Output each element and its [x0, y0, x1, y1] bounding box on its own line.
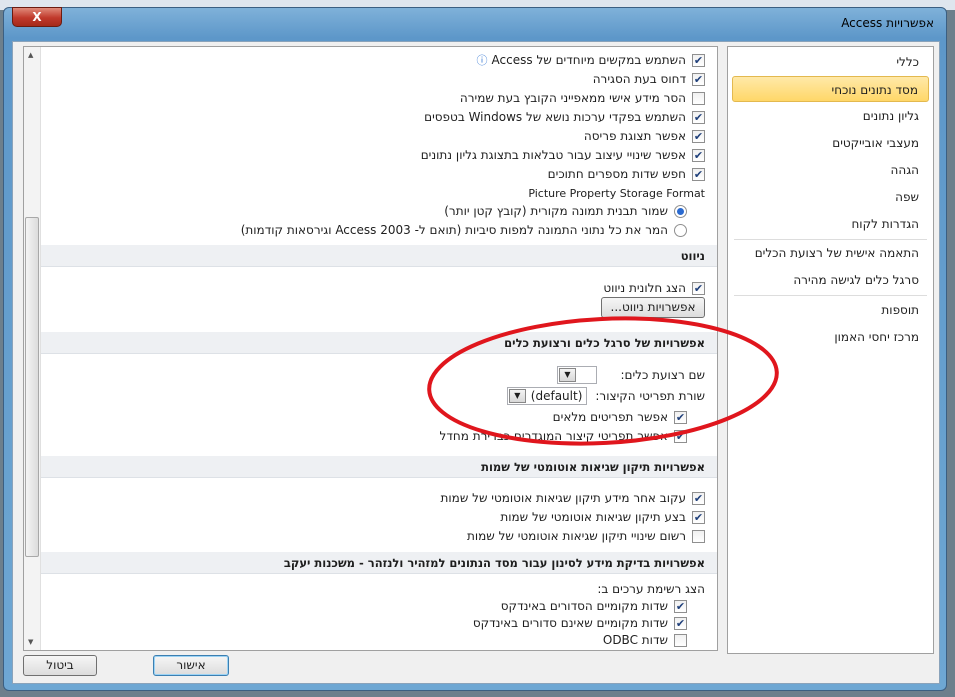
sidebar-divider	[734, 295, 927, 296]
option-track-autocorrect[interactable]: ✔ עקוב אחר מידע תיקון שגיאות אוטומטי של ש…	[441, 489, 705, 507]
chevron-down-icon[interactable]: ▼	[559, 368, 576, 382]
sidebar-item-general[interactable]: כללי	[732, 49, 929, 75]
checkbox[interactable]: ✔	[692, 510, 705, 524]
section-header-ribbon: אפשרויות של סרגל כלים ורצועת כלים	[41, 332, 717, 354]
option-truncated-numbers[interactable]: ✔ חפש שדות מספרים חתוכים	[548, 165, 705, 183]
option-local-nonindexed[interactable]: ✔ שדות מקומיים שאינם סדורים באינדקס	[473, 614, 687, 632]
options-panel: ▲ ▼ ✔ השתמש במקשים מיוחדים של Access ⓘ ✔ דח…	[23, 46, 718, 651]
dialog-title: אפשרויות Access	[841, 16, 934, 30]
option-design-changes[interactable]: ✔ אפשר שינויי עיצוב עבור טבלאות בתצוגת גל…	[421, 146, 705, 164]
checkbox[interactable]	[674, 633, 687, 647]
option-log-autocorrect[interactable]: רשום שינויי תיקון שגיאות אוטומטי של שמות	[467, 527, 705, 545]
checkbox[interactable]: ✔	[692, 491, 705, 505]
scrollbar-thumb[interactable]	[25, 217, 39, 557]
option-perform-autocorrect[interactable]: ✔ בצע תיקון שגיאות אוטומטי של שמות	[500, 508, 705, 526]
checkbox[interactable]	[692, 529, 705, 543]
picture-format-label: Picture Property Storage Format	[528, 186, 705, 200]
radio[interactable]	[674, 204, 687, 218]
option-odbc-fields[interactable]: שדות ODBC	[603, 631, 687, 649]
checkbox[interactable]: ✔	[692, 110, 705, 124]
sidebar-item-datasheet[interactable]: גליון נתונים	[732, 103, 929, 129]
close-button[interactable]: X	[12, 7, 62, 27]
checkbox[interactable]: ✔	[692, 281, 705, 295]
access-options-dialog: אפשרויות Access X ▲ ▼ ✔ השתמש במקשים מיוח…	[3, 7, 947, 691]
ribbon-name-field: שם רצועת כלים: ▼	[557, 366, 705, 384]
scroll-up-icon[interactable]: ▲	[28, 51, 33, 59]
checkbox[interactable]: ✔	[674, 410, 687, 424]
dialog-client: ▲ ▼ ✔ השתמש במקשים מיוחדים של Access ⓘ ✔ דח…	[12, 41, 940, 684]
sidebar-item-language[interactable]: שפה	[732, 184, 929, 210]
checkbox[interactable]: ✔	[692, 72, 705, 86]
checkbox[interactable]: ✔	[692, 53, 705, 67]
checkbox[interactable]: ✔	[674, 616, 687, 630]
sidebar-item-quick-access-toolbar[interactable]: סרגל כלים לגישה מהירה	[732, 267, 929, 293]
section-header-filter: אפשרויות בדיקת מידע לסינון עבור מסד הנתו…	[41, 552, 717, 574]
checkbox[interactable]: ✔	[674, 429, 687, 443]
section-header-autocorrect: אפשרויות תיקון שגיאות אוטומטי של שמות	[41, 456, 717, 478]
checkbox[interactable]: ✔	[692, 148, 705, 162]
sidebar-item-object-designers[interactable]: מעצבי אובייקטים	[732, 130, 929, 156]
ribbon-name-combo[interactable]: ▼	[557, 366, 597, 384]
option-special-keys[interactable]: ✔ השתמש במקשים מיוחדים של Access ⓘ	[477, 51, 705, 69]
sidebar-item-proofing[interactable]: הגהה	[732, 157, 929, 183]
sidebar-item-customize-ribbon[interactable]: התאמה אישית של רצועת הכלים	[732, 240, 929, 266]
radio-preserve-format[interactable]: שמור תבנית תמונה מקורית (קובץ קטן יותר)	[444, 202, 687, 220]
option-windows-themed-controls[interactable]: ✔ השתמש בפקדי ערכות נושא של Windows בטפסי…	[424, 108, 705, 126]
option-show-nav-pane[interactable]: ✔ הצג חלונית ניווט	[603, 279, 705, 297]
option-default-shortcut-menus[interactable]: ✔ אפשר תפריטי קיצור המוגדרים כברירת מחדל	[440, 427, 687, 445]
shortcut-menu-field: שורת תפריטי הקיצור: ▼ (default)	[506, 387, 705, 405]
checkbox[interactable]: ✔	[674, 599, 687, 613]
section-header-navigation: ניווט	[41, 245, 717, 267]
radio[interactable]	[674, 223, 687, 237]
shortcut-menu-combo[interactable]: ▼ (default)	[506, 387, 588, 405]
sidebar-item-current-database[interactable]: מסד נתונים נוכחי	[732, 76, 929, 102]
option-layout-view[interactable]: ✔ אפשר תצוגת פריסה	[584, 127, 705, 145]
cancel-button[interactable]: ביטול	[23, 655, 97, 676]
radio-convert-bitmaps[interactable]: המר את כל נתוני התמונה למפות סיביות (תוא…	[241, 221, 687, 239]
navigation-options-button[interactable]: אפשרויות ניווט...	[601, 297, 705, 318]
option-full-menus[interactable]: ✔ אפשר תפריטים מלאים	[553, 408, 687, 426]
option-local-indexed[interactable]: ✔ שדות מקומיים הסדורים באינדקס	[501, 597, 687, 615]
info-icon: ⓘ	[476, 54, 488, 67]
options-sidebar: כללי מסד נתונים נוכחי גליון נתונים מעצבי…	[727, 46, 934, 654]
checkbox[interactable]	[692, 91, 705, 105]
option-compact-on-close[interactable]: ✔ דחוס בעת הסגירה	[593, 70, 705, 88]
sidebar-item-client-settings[interactable]: הגדרות לקוח	[732, 211, 929, 237]
sidebar-item-add-ins[interactable]: תוספות	[732, 297, 929, 323]
chevron-down-icon[interactable]: ▼	[508, 389, 526, 403]
vertical-scrollbar[interactable]: ▲ ▼	[24, 47, 41, 650]
option-remove-personal-info[interactable]: הסר מידע אישי ממאפייני הקובץ בעת שמירה	[460, 89, 705, 107]
sidebar-item-trust-center[interactable]: מרכז יחסי האמון	[732, 324, 929, 350]
scroll-down-icon[interactable]: ▼	[28, 638, 33, 646]
checkbox[interactable]: ✔	[692, 167, 705, 181]
ok-button[interactable]: אישור	[153, 655, 229, 676]
show-list-label: הצג רשימת ערכים ב:	[597, 582, 705, 596]
checkbox[interactable]: ✔	[692, 129, 705, 143]
